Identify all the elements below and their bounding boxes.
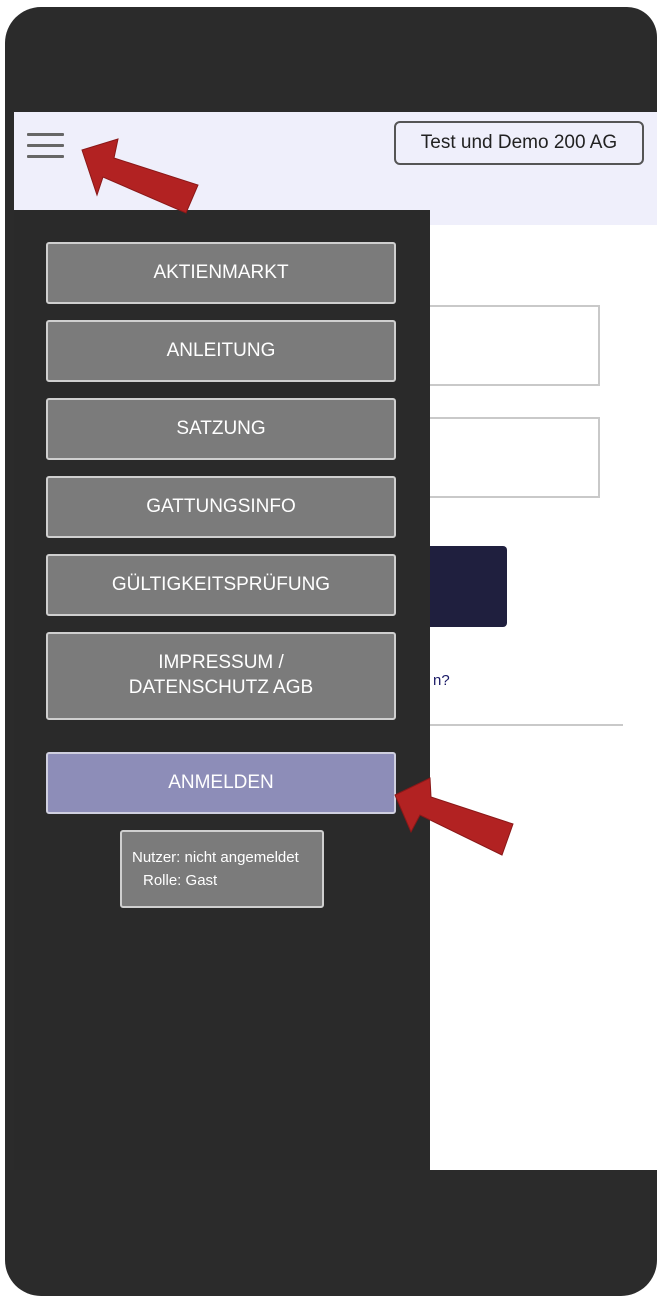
menu-item-impressum[interactable]: IMPRESSUM / DATENSCHUTZ AGB [46,632,396,720]
user-status-box: Nutzer: nicht angemeldet Rolle: Gast [120,830,324,908]
username-field[interactable] [418,305,600,386]
forgot-password-link[interactable]: n? [433,672,450,689]
role-label: Rolle: [143,871,182,889]
login-submit-button[interactable] [418,546,507,627]
user-label: Nutzer: [132,849,181,866]
menu-item-satzung[interactable]: SATZUNG [46,398,396,460]
login-button[interactable]: ANMELDEN [46,752,396,814]
divider [427,724,623,726]
user-value: nicht angemeldet [184,849,299,866]
side-drawer: AKTIENMARKT ANLEITUNG SATZUNG GATTUNGSIN… [14,210,430,1170]
password-field[interactable] [418,417,600,498]
menu-item-aktienmarkt[interactable]: AKTIENMARKT [46,242,396,304]
role-value: Gast [185,871,218,889]
top-bar: Test und Demo 200 AG [14,112,657,225]
hamburger-icon[interactable] [27,133,64,159]
menu-item-anleitung[interactable]: ANLEITUNG [46,320,396,382]
menu-item-gattungsinfo[interactable]: GATTUNGSINFO [46,476,396,538]
company-selector[interactable]: Test und Demo 200 AG [394,121,644,165]
menu-item-gueltigkeitspruefung[interactable]: GÜLTIGKEITSPRÜFUNG [46,554,396,616]
